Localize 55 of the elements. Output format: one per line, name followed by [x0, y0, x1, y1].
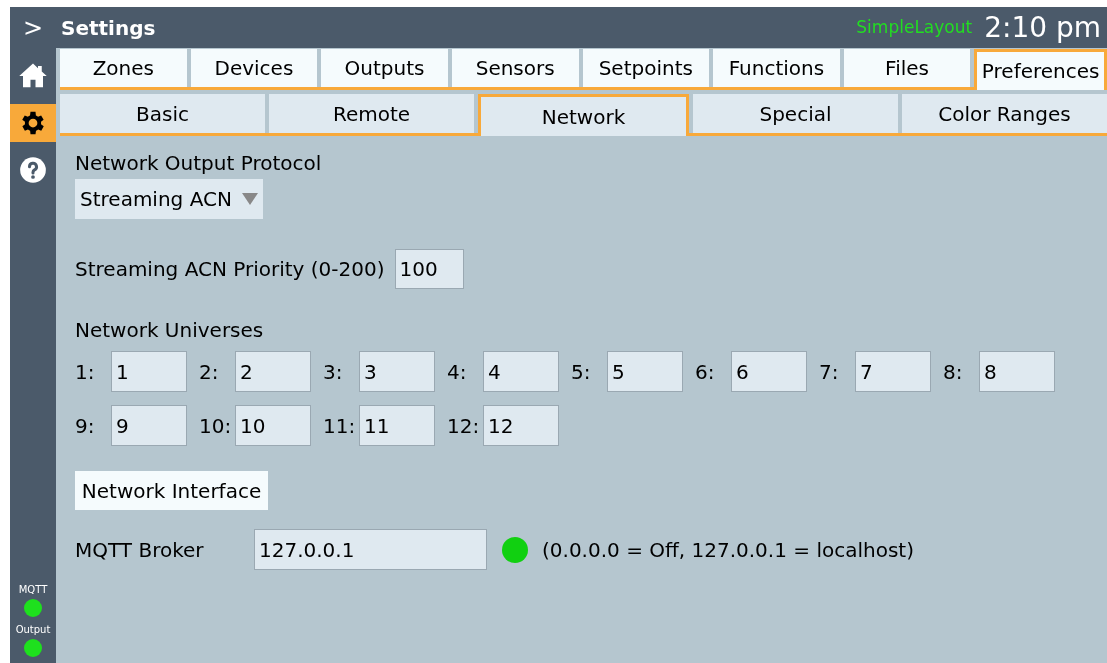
clock-time: 2:10 pm [984, 9, 1101, 46]
universe-field[interactable]: 3 [359, 351, 435, 392]
universe-field[interactable]: 1 [111, 351, 187, 392]
main-tab[interactable]: Devices [190, 49, 318, 87]
universe-label: 5: [571, 358, 592, 386]
mqtt-field[interactable]: 127.0.0.1 [254, 529, 487, 570]
indicator-label: Output [15, 623, 51, 637]
protocol-label: Network Output Protocol [75, 150, 323, 176]
universe-field[interactable]: 4 [483, 351, 559, 392]
main-tab[interactable]: Files [843, 49, 971, 87]
universe-label: 3: [323, 358, 344, 386]
priority-field[interactable]: 100 [394, 249, 464, 289]
caret-icon [241, 193, 258, 205]
priority-label: Streaming ACN Priority (0-200) [75, 256, 385, 283]
menu-glyph[interactable]: > [10, 9, 56, 46]
sub-tab[interactable]: Remote [269, 94, 474, 133]
main-tab[interactable]: Sensors [451, 49, 579, 87]
protocol-dropdown[interactable]: Streaming ACN [75, 179, 263, 219]
universe-field[interactable]: 5 [607, 351, 683, 392]
universe-label: 12: [447, 412, 481, 440]
universe-label: 6: [695, 358, 716, 386]
window-title: Settings [61, 14, 156, 42]
mqtt-label: MQTT Broker [75, 536, 205, 564]
sub-tab[interactable]: Basic [60, 94, 265, 133]
main-tab[interactable]: Setpoints [582, 49, 710, 87]
network-interface-button[interactable]: Network Interface [75, 471, 268, 510]
universe-label: 10: [199, 412, 233, 440]
sub-tab[interactable]: Special [693, 94, 898, 133]
sidebar-item[interactable] [10, 104, 56, 142]
universe-label: 9: [75, 412, 96, 440]
main-tab[interactable]: Functions [713, 49, 840, 87]
universe-label: 4: [447, 358, 468, 386]
universe-label: 7: [819, 358, 840, 386]
universe-field[interactable]: 11 [359, 405, 435, 446]
universes-label: Network Universes [75, 317, 265, 343]
universe-field[interactable]: 9 [111, 405, 187, 446]
mqtt-hint: (0.0.0.0 = Off, 127.0.0.1 = localhost) [542, 536, 914, 564]
universe-label: 1: [75, 358, 96, 386]
universe-field[interactable]: 10 [235, 405, 311, 446]
universe-field[interactable]: 2 [235, 351, 311, 392]
help-icon [19, 156, 47, 184]
main-tab[interactable]: Outputs [321, 49, 448, 87]
universe-field[interactable]: 7 [855, 351, 931, 392]
universe-label: 2: [199, 358, 220, 386]
layout-name: SimpleLayout [856, 15, 973, 39]
sub-tab[interactable]: Network [478, 94, 689, 136]
main-tab[interactable]: Zones [60, 49, 187, 87]
universe-label: 11: [323, 412, 357, 440]
universe-field[interactable]: 12 [483, 405, 559, 446]
universe-field[interactable]: 8 [979, 351, 1055, 392]
sub-tab[interactable]: Color Ranges [902, 94, 1107, 133]
main-tab[interactable]: Preferences [974, 49, 1107, 90]
universe-field[interactable]: 6 [731, 351, 807, 392]
indicator-label: MQTT [18, 583, 48, 597]
universe-label: 8: [943, 358, 964, 386]
